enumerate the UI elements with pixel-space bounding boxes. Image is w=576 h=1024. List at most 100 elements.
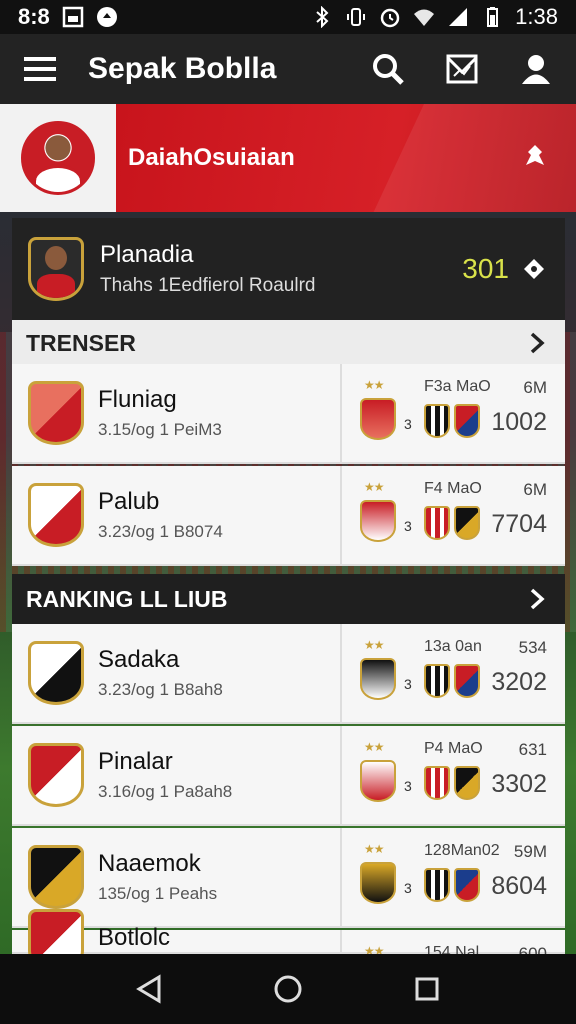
row-count: 6M xyxy=(523,480,547,499)
club-badge-mini xyxy=(424,664,450,698)
club-badge-mini xyxy=(424,868,450,902)
club-badge-mini xyxy=(454,868,480,902)
club-crest xyxy=(28,483,84,547)
list-item[interactable]: Fluniag 3.15/og 1 PeiM3 ★★ 3 F3a MaO 6M 1002 xyxy=(12,364,565,464)
recents-button[interactable] xyxy=(407,969,447,1009)
image-icon xyxy=(62,6,84,28)
list-item[interactable]: Naaemok 135/og 1 Peahs ★★ 3 128Man02 59M 8604 xyxy=(12,828,565,928)
list-item[interactable]: Sadaka 3.23/og 1 B8ah8 ★★ 3 13a 0an 534 3202 xyxy=(12,624,565,724)
row-subtitle: 3.23/og 1 B8ah8 xyxy=(98,680,223,699)
club-crest xyxy=(28,641,84,705)
club-badge-mini xyxy=(454,664,480,698)
featured-subtitle: Thahs 1Eedfierol Roaulrd xyxy=(100,275,316,296)
row-value: 1002 xyxy=(491,408,547,436)
chevron-right-icon[interactable] xyxy=(529,332,545,354)
row-num: 3 xyxy=(404,880,412,896)
row-value: 3202 xyxy=(491,668,547,696)
club-badge-mini xyxy=(424,404,450,438)
club-crest xyxy=(28,743,84,807)
star-icon: ★★ xyxy=(364,378,384,392)
club-badge-mini xyxy=(454,766,480,800)
row-subtitle: 3.15/og 1 PeiM3 xyxy=(98,420,222,439)
row-label: F4 MaO xyxy=(424,480,482,497)
row-label: P4 MaO xyxy=(424,740,483,757)
hero-title: DaiahOsuiaian xyxy=(128,144,295,171)
club-badge xyxy=(360,862,396,904)
row-name: Sadaka xyxy=(98,646,180,673)
row-name: Fluniag xyxy=(98,386,177,413)
row-value: 8604 xyxy=(491,872,547,900)
featured-score: 301 xyxy=(462,253,509,284)
section-header-ranking[interactable]: RANKING LL LIUB xyxy=(12,574,565,624)
row-num: 3 xyxy=(404,518,412,534)
row-count: 534 xyxy=(518,638,547,657)
status-left-text: 8:8 xyxy=(18,4,50,29)
list-item[interactable]: Palub 3.23/og 1 B8074 ★★ 3 F4 MaO 6M 7704 xyxy=(12,466,565,566)
row-subtitle: 3.23/og 1 B8074 xyxy=(98,522,223,541)
club-badge xyxy=(360,398,396,440)
row-label: F3a MaO xyxy=(424,378,491,395)
section-title: TRENSER xyxy=(26,329,136,356)
pin-icon[interactable] xyxy=(520,143,550,173)
profile-icon xyxy=(522,55,550,84)
back-button[interactable] xyxy=(129,969,169,1009)
notification-icon xyxy=(96,7,117,27)
section-header-trenser[interactable]: TRENSER xyxy=(12,320,565,366)
club-badge xyxy=(360,500,396,542)
club-badge xyxy=(360,658,396,700)
vibrate-icon xyxy=(347,8,366,26)
row-value: 3302 xyxy=(491,770,547,798)
status-time: 1:38 xyxy=(515,4,558,29)
club-crest xyxy=(28,381,84,445)
home-icon xyxy=(274,975,302,1003)
back-icon xyxy=(136,974,161,1004)
menu-button[interactable] xyxy=(22,51,58,87)
profile-button[interactable] xyxy=(518,51,554,87)
bluetooth-icon xyxy=(316,6,329,28)
status-bar: 8:8 1:38 xyxy=(0,0,576,34)
row-num: 3 xyxy=(404,778,412,794)
avatar xyxy=(21,121,95,195)
signal-icon xyxy=(449,8,468,26)
battery-icon xyxy=(487,7,499,27)
list-item[interactable]: Botlolc★★154 Nal600 xyxy=(12,909,565,1006)
row-count: 631 xyxy=(518,740,547,759)
row-label: 13a 0an xyxy=(424,638,482,655)
club-badge xyxy=(360,760,396,802)
club-badge-mini xyxy=(424,506,450,540)
section-title: RANKING LL LIUB xyxy=(26,585,228,612)
player-crest xyxy=(28,237,84,301)
search-icon xyxy=(373,54,404,85)
row-num: 3 xyxy=(404,676,412,692)
row-num: 3 xyxy=(404,416,412,432)
row-name: Palub xyxy=(98,488,160,515)
star-icon: ★★ xyxy=(364,638,384,652)
club-badge-mini xyxy=(454,506,480,540)
star-icon: ★★ xyxy=(364,480,384,494)
inbox-icon xyxy=(446,54,478,84)
row-count: 59M xyxy=(513,842,547,861)
hero-banner[interactable]: DaiahOsuiaian xyxy=(0,104,576,212)
row-value: 7704 xyxy=(491,510,547,538)
search-button[interactable] xyxy=(370,51,406,87)
club-badge-mini xyxy=(424,766,450,800)
list-item[interactable]: Pinalar 3.16/og 1 Pa8ah8 ★★ 3 P4 MaO 631 3302 xyxy=(12,726,565,826)
wifi-icon xyxy=(414,9,435,26)
star-icon: ★★ xyxy=(364,842,384,856)
row-name: Botlolc xyxy=(98,924,171,951)
app-bar: Sepak Boblla xyxy=(0,34,576,104)
alarm-icon xyxy=(380,8,400,28)
menu-icon xyxy=(24,57,56,81)
diamond-icon[interactable] xyxy=(523,258,545,280)
club-badge-mini xyxy=(454,404,480,438)
row-subtitle: 135/og 1 Peahs xyxy=(98,884,218,903)
home-button[interactable] xyxy=(268,969,308,1009)
row-label: 128Man02 xyxy=(424,842,500,859)
featured-name: Planadia xyxy=(100,241,194,268)
inbox-button[interactable] xyxy=(444,51,480,87)
chevron-right-icon[interactable] xyxy=(529,588,545,610)
row-name: Pinalar xyxy=(98,748,173,775)
featured-player-card[interactable]: Planadia Thahs 1Eedfierol Roaulrd 301 xyxy=(12,218,565,320)
navigation-bar xyxy=(0,954,576,1024)
recents-icon xyxy=(415,977,439,1001)
